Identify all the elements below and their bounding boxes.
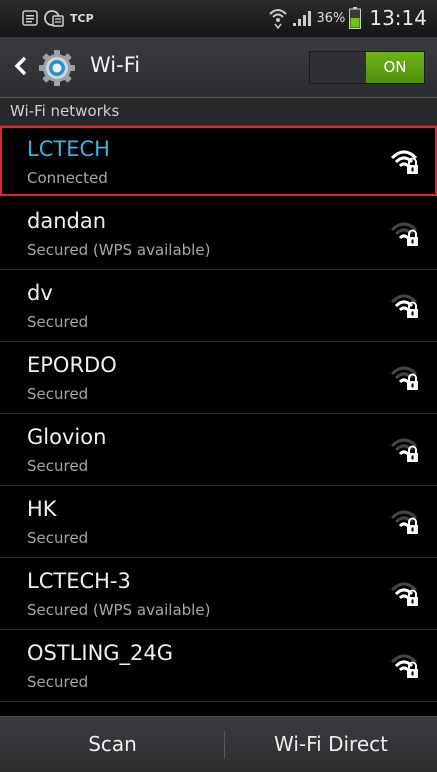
- network-name: OSTLING_24G: [27, 641, 174, 665]
- network-list: LCTECH Connected dandan Secured (WPS ava…: [0, 126, 437, 702]
- network-status: Secured: [27, 529, 89, 547]
- network-name: LCTECH: [27, 137, 110, 161]
- battery-icon: [349, 7, 362, 29]
- wifi-toggle-on[interactable]: ON: [366, 52, 424, 83]
- bottom-bar: Scan Wi-Fi Direct: [0, 716, 437, 772]
- network-name: dandan: [27, 209, 107, 233]
- section-header: Wi-Fi networks: [0, 98, 437, 126]
- status-bar-right: 36% 13:14: [268, 6, 427, 30]
- wifi-toggle[interactable]: ON: [309, 51, 425, 84]
- network-name: Glovion: [27, 425, 107, 449]
- page-title: Wi-Fi: [90, 53, 141, 77]
- network-item[interactable]: LCTECH Connected: [0, 126, 437, 196]
- wifi-data-icon: [268, 7, 288, 29]
- wifi-secured-icon: [390, 148, 420, 180]
- wifi-direct-button[interactable]: Wi-Fi Direct: [225, 717, 437, 772]
- network-name: HK: [27, 497, 57, 521]
- scan-button[interactable]: Scan: [0, 717, 225, 772]
- wifi-secured-icon: [390, 652, 420, 684]
- gear-icon[interactable]: [38, 49, 76, 91]
- network-item[interactable]: Glovion Secured: [0, 414, 437, 486]
- wifi-secured-icon: [390, 220, 420, 252]
- status-bar: TCP 36% 13:14: [0, 0, 437, 37]
- clock-time: 13:14: [369, 6, 427, 30]
- network-status: Secured: [27, 457, 89, 475]
- network-item[interactable]: OSTLING_24G Secured: [0, 630, 437, 702]
- action-bar: Wi-Fi ON: [0, 37, 437, 98]
- network-name: EPORDO: [27, 353, 117, 377]
- signal-icon: [292, 9, 312, 27]
- wifi-secured-icon: [390, 508, 420, 540]
- network-item[interactable]: HK Secured: [0, 486, 437, 558]
- network-name: dv: [27, 281, 53, 305]
- notification-icon: [22, 10, 38, 26]
- section-header-label: Wi-Fi networks: [10, 102, 120, 120]
- network-name: LCTECH-3: [27, 569, 131, 593]
- sync-icon: [44, 9, 64, 27]
- network-status: Secured: [27, 385, 89, 403]
- network-status: Secured: [27, 673, 89, 691]
- tcp-label: TCP: [70, 11, 94, 25]
- network-status: Secured (WPS available): [27, 601, 211, 619]
- network-status: Connected: [27, 169, 108, 187]
- network-item[interactable]: LCTECH-3 Secured (WPS available): [0, 558, 437, 630]
- wifi-secured-icon: [390, 580, 420, 612]
- status-bar-left: TCP: [22, 9, 94, 27]
- wifi-secured-icon: [390, 292, 420, 324]
- wifi-secured-icon: [390, 364, 420, 396]
- wifi-secured-icon: [390, 436, 420, 468]
- back-icon[interactable]: [14, 55, 28, 81]
- network-status: Secured (WPS available): [27, 241, 211, 259]
- network-item[interactable]: EPORDO Secured: [0, 342, 437, 414]
- network-item[interactable]: dv Secured: [0, 270, 437, 342]
- network-status: Secured: [27, 313, 89, 331]
- network-item[interactable]: dandan Secured (WPS available): [0, 198, 437, 270]
- battery-percent: 36%: [316, 10, 346, 26]
